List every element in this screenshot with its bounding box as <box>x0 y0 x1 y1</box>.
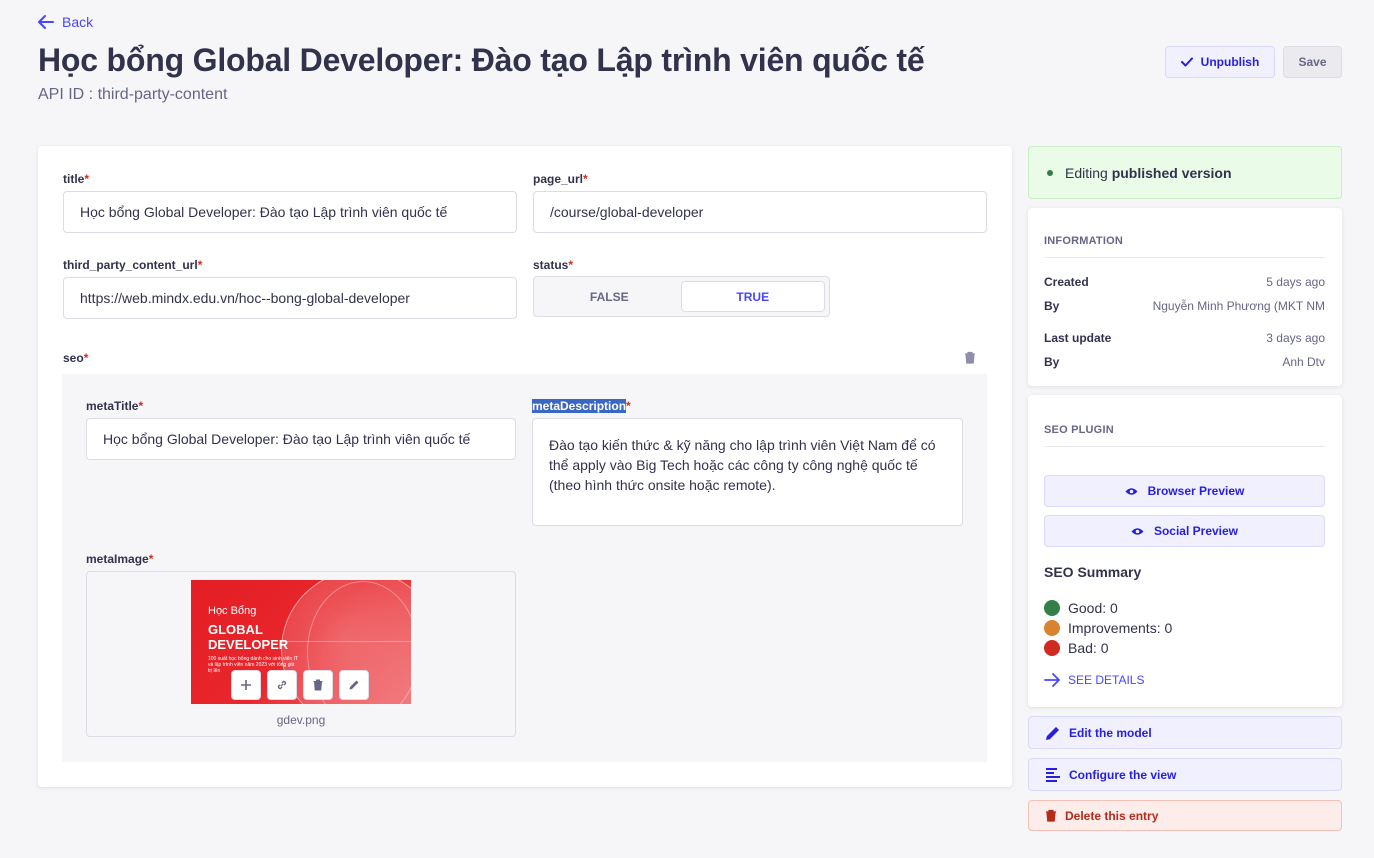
browser-preview-button[interactable]: Browser Preview <box>1044 475 1325 507</box>
edit-model-button[interactable]: Edit the model <box>1028 716 1342 749</box>
image-actions <box>231 670 369 700</box>
back-link[interactable]: Back <box>38 14 93 30</box>
seo-field-label: seo* <box>63 351 89 365</box>
created-row: Created 5 days ago <box>1044 275 1325 289</box>
arrow-right-icon <box>1044 673 1060 687</box>
meta-description-textarea[interactable]: Đào tạo kiến thức & kỹ năng cho lập trìn… <box>532 418 963 526</box>
third-party-url-field-label: third_party_content_url* <box>63 258 203 272</box>
thumbnail-caption-small: Học Bổng <box>208 605 257 617</box>
meta-image-thumbnail: Học Bổng GLOBAL DEVELOPER 100 suất học b… <box>191 580 411 704</box>
information-title: INFORMATION <box>1044 235 1123 247</box>
edit-image-button[interactable] <box>339 670 369 700</box>
back-label: Back <box>62 14 94 30</box>
status-toggle[interactable]: FALSE TRUE <box>533 276 830 317</box>
edit-form-card: title* Học bổng Global Developer: Đào tạ… <box>38 146 1012 787</box>
api-id: API ID : third-party-content <box>38 86 228 103</box>
social-preview-button[interactable]: Social Preview <box>1044 515 1325 547</box>
pencil-icon <box>349 680 359 690</box>
last-update-row: Last update 3 days ago <box>1044 331 1325 345</box>
unpublish-button[interactable]: Unpublish <box>1165 46 1275 78</box>
page-title: Học bổng Global Developer: Đào tạo Lập t… <box>38 42 925 78</box>
delete-entry-button[interactable]: Delete this entry <box>1028 800 1342 831</box>
meta-image-picker[interactable]: Học Bổng GLOBAL DEVELOPER 100 suất học b… <box>86 571 516 737</box>
meta-image-field-label: metaImage* <box>86 552 154 566</box>
meta-title-input[interactable]: Học bổng Global Developer: Đào tạo Lập t… <box>86 418 516 460</box>
title-input[interactable]: Học bổng Global Developer: Đào tạo Lập t… <box>63 191 517 233</box>
seo-plugin-title: SEO PLUGIN <box>1044 424 1114 436</box>
status-true-option[interactable]: TRUE <box>680 281 825 312</box>
layout-icon <box>1046 767 1060 782</box>
divider <box>1044 257 1325 258</box>
see-details-link[interactable]: SEE DETAILS <box>1044 673 1144 687</box>
meta-description-field-label: metaDescription* <box>532 399 631 413</box>
trash-icon <box>1046 809 1056 822</box>
trash-icon <box>313 679 323 691</box>
updated-by-row: By Anh Dtv <box>1044 355 1325 369</box>
delete-image-button[interactable] <box>303 670 333 700</box>
third-party-url-input[interactable]: https://web.mindx.edu.vn/hoc--bong-globa… <box>63 277 517 319</box>
plus-icon <box>241 680 251 690</box>
status-field-label: status* <box>533 258 574 272</box>
check-icon <box>1180 57 1193 67</box>
delete-seo-component-icon[interactable] <box>964 351 976 369</box>
bad-dot-icon <box>1044 640 1060 656</box>
arrow-left-icon <box>38 15 54 29</box>
page-url-field-label: page_url* <box>533 172 588 186</box>
status-false-option[interactable]: FALSE <box>538 281 681 312</box>
seo-plugin-panel: SEO PLUGIN Browser Preview Social Previe… <box>1028 395 1342 707</box>
divider <box>1044 446 1325 447</box>
save-button[interactable]: Save <box>1283 46 1342 78</box>
meta-title-field-label: metaTitle* <box>86 399 144 413</box>
seo-bad-row: Bad: 0 <box>1044 640 1108 656</box>
created-by-row: By Nguyễn Minh Phương (MKT NM <box>1044 299 1325 313</box>
seo-component: metaTitle* Học bổng Global Developer: Đà… <box>62 374 987 762</box>
information-panel: INFORMATION Created 5 days ago By Nguyễn M… <box>1028 208 1342 386</box>
link-icon <box>277 680 287 690</box>
seo-summary-title: SEO Summary <box>1044 564 1142 580</box>
eye-icon <box>1125 487 1138 495</box>
unpublish-label: Unpublish <box>1200 55 1260 69</box>
editing-status-text: Editing published version <box>1065 164 1232 181</box>
add-image-button[interactable] <box>231 670 261 700</box>
title-field-label: title* <box>63 172 90 186</box>
eye-icon <box>1131 527 1144 535</box>
seo-good-row: Good: 0 <box>1044 600 1118 616</box>
improvements-dot-icon <box>1044 620 1060 636</box>
status-dot-icon <box>1047 169 1053 176</box>
editing-status-banner: Editing published version <box>1028 146 1342 199</box>
meta-image-filename: gdev.png <box>276 713 326 727</box>
good-dot-icon <box>1044 600 1060 616</box>
thumbnail-caption-big: GLOBAL DEVELOPER <box>208 622 289 652</box>
seo-improvements-row: Improvements: 0 <box>1044 620 1172 636</box>
page-url-input[interactable]: /course/global-developer <box>533 191 987 233</box>
copy-link-button[interactable] <box>267 670 297 700</box>
pencil-icon <box>1046 726 1059 740</box>
configure-view-button[interactable]: Configure the view <box>1028 758 1342 791</box>
